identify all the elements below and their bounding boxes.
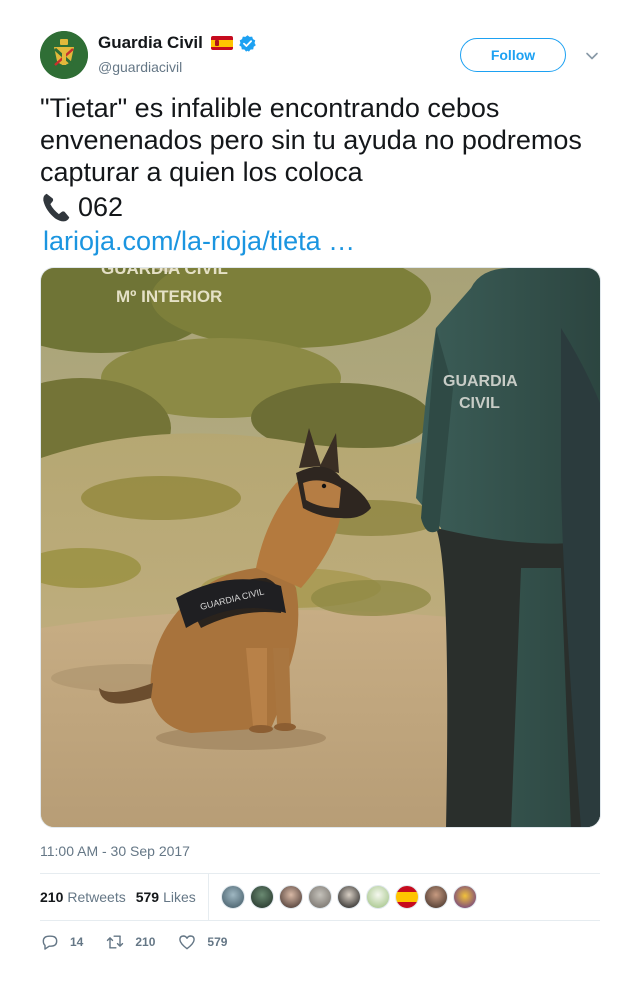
likers-avatars	[220, 885, 482, 909]
verified-badge-icon	[239, 34, 256, 52]
svg-text:CIVIL: CIVIL	[459, 395, 500, 412]
likes-label: Likes	[163, 889, 196, 905]
phone-number: 062	[78, 192, 124, 222]
reply-button[interactable]: 14	[40, 932, 83, 952]
reply-count: 14	[70, 935, 84, 949]
liker-avatar[interactable]	[278, 885, 303, 909]
like-button[interactable]: 579	[177, 932, 227, 952]
follow-button[interactable]: Follow	[460, 38, 566, 72]
photo-dog-and-officer: GUARDIA CIVIL GUARDIA CIVIL GUARDIA CIVI…	[41, 268, 600, 827]
svg-text:GUARDIA: GUARDIA	[443, 373, 518, 390]
spain-flag-icon	[210, 36, 233, 50]
display-name[interactable]: Guardia Civil	[98, 33, 203, 53]
liker-avatar[interactable]	[336, 885, 361, 909]
liker-avatar[interactable]	[452, 885, 477, 909]
retweets-count: 210	[40, 889, 64, 905]
liker-avatar[interactable]	[394, 885, 419, 909]
tweet-actions: 14 210 579	[40, 930, 249, 954]
tweet-photo[interactable]: GUARDIA CIVIL GUARDIA CIVIL GUARDIA CIVI…	[40, 267, 601, 828]
stats-divider-bottom	[40, 920, 600, 921]
article-link[interactable]: larioja.com/la-rioja/tieta …	[43, 224, 355, 258]
like-count: 579	[207, 935, 228, 949]
tweet-text: "Tietar" es infalible encontrando cebos …	[40, 93, 582, 187]
liker-avatar[interactable]	[365, 885, 390, 909]
retweets-label: Retweets	[67, 889, 126, 905]
telephone-receiver-icon	[43, 193, 70, 222]
stats-separator	[207, 874, 209, 920]
liker-avatar[interactable]	[249, 885, 274, 909]
tweet-stats: 210 Retweets 579 Likes	[40, 874, 600, 920]
chevron-down-icon[interactable]	[584, 48, 600, 64]
liker-avatar[interactable]	[220, 885, 245, 909]
likes-stat[interactable]: 579 Likes	[136, 889, 196, 905]
reply-icon	[42, 935, 58, 950]
retweet-icon	[107, 935, 124, 949]
retweets-stat[interactable]: 210 Retweets	[40, 889, 126, 905]
liker-avatar[interactable]	[423, 885, 448, 909]
heart-icon	[179, 935, 196, 950]
avatar[interactable]	[40, 31, 88, 79]
retweet-count: 210	[135, 935, 156, 949]
svg-text:GUARDIA CIVIL: GUARDIA CIVIL	[101, 268, 228, 278]
name-row: Guardia Civil	[98, 33, 257, 53]
retweet-button[interactable]: 210	[105, 932, 155, 952]
tweet-card: Guardia Civil @guardiacivil Follow "Tiet…	[0, 0, 640, 982]
phone-line: 062	[40, 188, 123, 226]
user-handle[interactable]: @guardiacivil	[98, 59, 182, 75]
guardia-civil-emblem-icon	[40, 31, 88, 79]
svg-text:Mº INTERIOR: Mº INTERIOR	[116, 287, 222, 306]
liker-avatar[interactable]	[307, 885, 332, 909]
likes-count: 579	[135, 889, 160, 905]
tweet-timestamp[interactable]: 11:00 AM - 30 Sep 2017	[40, 842, 190, 860]
